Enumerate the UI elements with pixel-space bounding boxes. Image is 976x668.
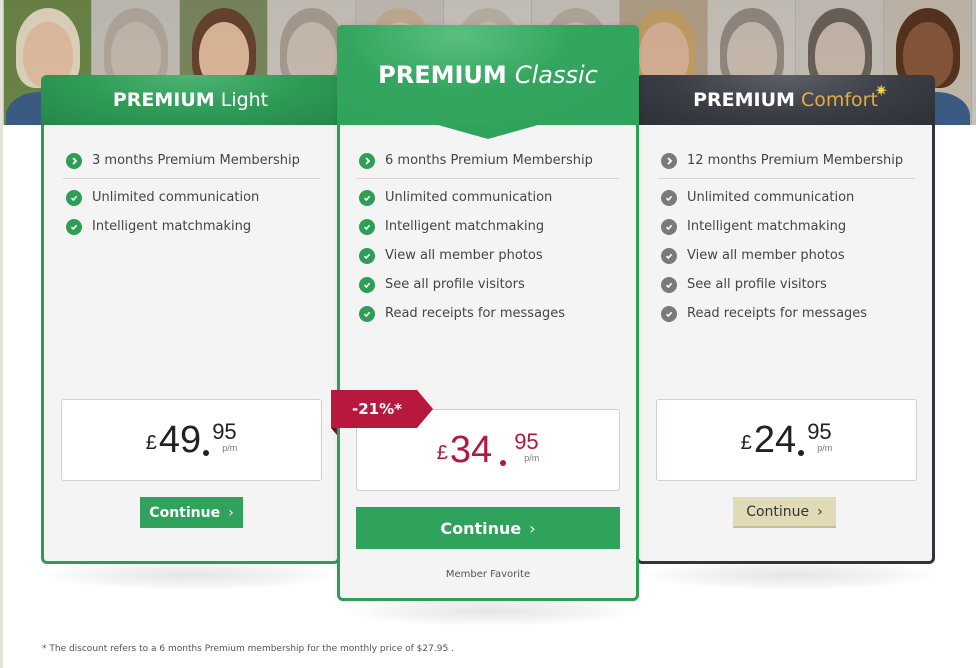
price-decimal: 95 — [807, 419, 832, 444]
feature-item: Unlimited communication — [658, 183, 915, 212]
price-decimal-dot — [798, 450, 805, 456]
feature-item: Read receipts for messages — [356, 299, 619, 328]
duration-label: 12 months Premium Membership — [687, 153, 904, 168]
duration-item: 6 months Premium Membership — [356, 147, 619, 179]
feature-label: Unlimited communication — [385, 190, 553, 205]
duration-item: 3 months Premium Membership — [63, 147, 320, 179]
check-circle-icon — [661, 247, 677, 264]
plan-header: PREMIUM Light — [41, 75, 340, 125]
check-circle-icon — [359, 276, 375, 293]
chevron-right-circle-icon — [66, 152, 82, 169]
check-circle-icon — [661, 218, 677, 235]
price-unit: p/m — [524, 453, 540, 463]
feature-list: 3 months Premium Membership Unlimited co… — [63, 147, 320, 241]
plan-card-classic: PREMIUM Classic 6 months Premium Membersh… — [337, 25, 639, 601]
duration-label: 6 months Premium Membership — [385, 153, 593, 168]
continue-button-comfort[interactable]: Continue › — [733, 497, 836, 528]
feature-label: Intelligent matchmaking — [385, 219, 545, 234]
plan-card-comfort: PREMIUM Comfort ✷ 12 months Premium Membe… — [636, 75, 935, 564]
check-circle-icon — [359, 189, 375, 206]
feature-label: View all member photos — [687, 248, 845, 263]
plan-title-sub: Light — [220, 89, 269, 111]
price-decimal: 95 — [514, 429, 539, 454]
feature-label: See all profile visitors — [687, 277, 827, 292]
plan-header: PREMIUM Comfort ✷ — [636, 75, 935, 125]
price-currency: £ — [436, 441, 448, 464]
chevron-right-circle-icon — [661, 152, 677, 169]
check-circle-icon — [661, 189, 677, 206]
button-label: Continue — [746, 503, 810, 520]
card-shadow — [45, 560, 335, 590]
check-circle-icon — [661, 305, 677, 322]
price-unit: p/m — [817, 443, 833, 453]
button-label: Continue — [149, 504, 221, 521]
price-integer: 24 — [753, 419, 797, 461]
feature-label: Intelligent matchmaking — [92, 219, 252, 234]
price-integer: 49 — [158, 419, 202, 461]
plan-title-main: PREMIUM — [112, 89, 215, 111]
discount-badge: -21%* — [331, 390, 433, 428]
price-box: £ 49 95 p/m — [61, 399, 322, 481]
plan-header: PREMIUM Classic — [337, 25, 639, 125]
chevron-right-icon: › — [228, 504, 234, 521]
feature-label: Read receipts for messages — [687, 306, 868, 321]
card-shadow — [645, 560, 935, 590]
feature-label: View all member photos — [385, 248, 543, 263]
feature-item: See all profile visitors — [356, 270, 619, 299]
plan-title-sub: Classic — [514, 61, 598, 89]
member-favorite-label: Member Favorite — [445, 569, 531, 580]
check-circle-icon — [359, 305, 375, 322]
price-currency: £ — [145, 431, 157, 454]
chevron-right-circle-icon — [359, 152, 375, 169]
feature-label: Read receipts for messages — [385, 306, 566, 321]
feature-label: Unlimited communication — [687, 190, 855, 205]
feature-item: See all profile visitors — [658, 270, 915, 299]
duration-label: 3 months Premium Membership — [92, 153, 300, 168]
price-currency: £ — [740, 431, 752, 454]
price-decimal: 95 — [212, 419, 237, 444]
feature-label: Unlimited communication — [92, 190, 260, 205]
check-circle-icon — [661, 276, 677, 293]
price-decimal-dot — [500, 460, 507, 466]
price-decimal-dot — [203, 450, 210, 456]
chevron-right-icon: › — [817, 503, 823, 520]
badge-fold — [331, 428, 337, 435]
price-box: £ 24 95 p/m — [656, 399, 917, 481]
check-circle-icon — [359, 218, 375, 235]
page-edge — [0, 0, 3, 668]
check-circle-icon — [66, 189, 82, 206]
feature-label: See all profile visitors — [385, 277, 525, 292]
plan-card-light: PREMIUM Light 3 months Premium Membershi… — [41, 75, 340, 564]
check-circle-icon — [359, 247, 375, 264]
sparkle-icon: ✷ — [874, 81, 888, 100]
plan-title-sub: Comfort — [800, 89, 878, 111]
feature-label: Intelligent matchmaking — [687, 219, 847, 234]
price-unit: p/m — [222, 443, 238, 453]
plan-title-main: PREMIUM — [693, 89, 795, 111]
price-integer: 34 — [449, 429, 493, 471]
continue-button-classic[interactable]: Continue › — [356, 507, 620, 549]
continue-button-light[interactable]: Continue › — [140, 497, 243, 528]
feature-item: Intelligent matchmaking — [658, 212, 915, 241]
button-label: Continue — [440, 518, 522, 538]
chevron-right-icon: › — [529, 518, 536, 538]
feature-list: 6 months Premium Membership Unlimited co… — [356, 147, 619, 328]
feature-item: Intelligent matchmaking — [356, 212, 619, 241]
check-circle-icon — [66, 218, 82, 235]
header-pointer — [438, 125, 538, 139]
feature-item: Intelligent matchmaking — [63, 212, 320, 241]
feature-list: 12 months Premium Membership Unlimited c… — [658, 147, 915, 328]
feature-item: View all member photos — [356, 241, 619, 270]
duration-item: 12 months Premium Membership — [658, 147, 915, 179]
discount-footnote: * The discount refers to a 6 months Prem… — [42, 644, 454, 654]
plan-title-main: PREMIUM — [378, 61, 507, 89]
feature-item: Read receipts for messages — [658, 299, 915, 328]
feature-item: Unlimited communication — [356, 183, 619, 212]
feature-item: View all member photos — [658, 241, 915, 270]
feature-item: Unlimited communication — [63, 183, 320, 212]
